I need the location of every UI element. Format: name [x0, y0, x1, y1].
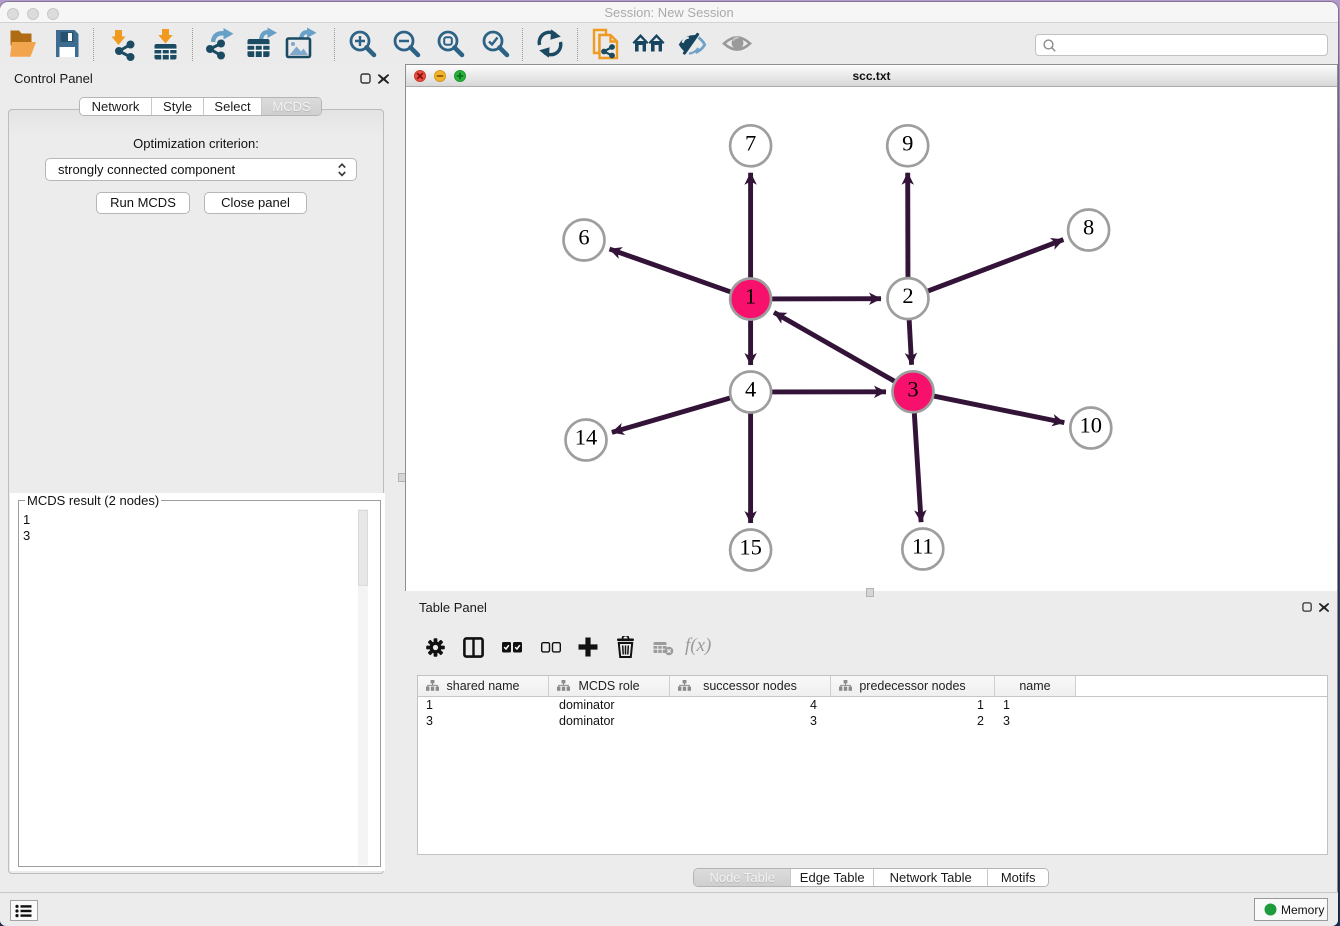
svg-text:4: 4	[745, 377, 756, 402]
svg-text:9: 9	[902, 130, 913, 155]
svg-text:1: 1	[745, 284, 756, 309]
svg-text:11: 11	[912, 534, 934, 559]
svg-text:8: 8	[1083, 215, 1094, 240]
svg-text:7: 7	[745, 130, 756, 155]
svg-text:6: 6	[578, 225, 589, 250]
svg-text:14: 14	[575, 425, 598, 450]
svg-text:3: 3	[907, 376, 918, 401]
svg-text:10: 10	[1080, 413, 1103, 438]
svg-text:2: 2	[902, 283, 913, 308]
svg-text:15: 15	[739, 535, 762, 560]
